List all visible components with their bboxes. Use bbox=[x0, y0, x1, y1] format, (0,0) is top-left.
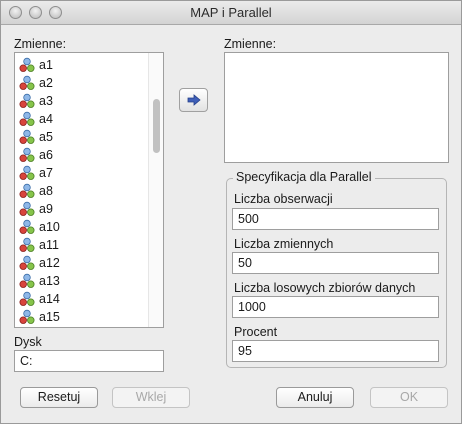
list-item[interactable]: a5 bbox=[19, 128, 147, 146]
reset-button[interactable]: Resetuj bbox=[20, 387, 98, 408]
list-item-label: a5 bbox=[39, 130, 53, 144]
variables-count-field[interactable]: 50 bbox=[232, 252, 439, 274]
list-item[interactable]: a14 bbox=[19, 290, 147, 308]
scale-variable-icon bbox=[19, 93, 35, 108]
list-scrollbar-thumb[interactable] bbox=[153, 99, 160, 153]
list-item-label: a14 bbox=[39, 292, 60, 306]
scale-variable-icon bbox=[19, 273, 35, 288]
list-item[interactable]: a4 bbox=[19, 110, 147, 128]
scale-variable-icon bbox=[19, 57, 35, 72]
percent-label: Procent bbox=[234, 325, 278, 339]
list-item-label: a4 bbox=[39, 112, 53, 126]
target-variables-label: Zmienne: bbox=[224, 37, 277, 51]
arrow-right-icon bbox=[187, 94, 201, 106]
scale-variable-icon bbox=[19, 237, 35, 252]
scale-variable-icon bbox=[19, 183, 35, 198]
scale-variable-icon bbox=[19, 255, 35, 270]
disk-field[interactable]: C: bbox=[14, 350, 164, 372]
list-item-label: a15 bbox=[39, 310, 60, 324]
scale-variable-icon bbox=[19, 219, 35, 234]
observations-label: Liczba obserwacji bbox=[234, 192, 333, 206]
list-item[interactable]: a2 bbox=[19, 74, 147, 92]
observations-field[interactable]: 500 bbox=[232, 208, 439, 230]
target-variables-list[interactable] bbox=[224, 52, 449, 163]
source-variables-list[interactable]: a15 a14 a13 a12 a11 a10 a9 a8 a7 a6 a5 a4 a3 a2 a1 bbox=[14, 52, 164, 328]
scale-variable-icon bbox=[19, 75, 35, 90]
source-variables-label: Zmienne: bbox=[14, 37, 67, 51]
scale-variable-icon bbox=[19, 309, 35, 324]
list-item[interactable]: a11 bbox=[19, 236, 147, 254]
scale-variable-icon bbox=[19, 291, 35, 306]
list-item[interactable]: a6 bbox=[19, 146, 147, 164]
list-item-label: a1 bbox=[39, 58, 53, 72]
random-datasets-field[interactable]: 1000 bbox=[232, 296, 439, 318]
list-item[interactable]: a8 bbox=[19, 182, 147, 200]
list-item[interactable]: a3 bbox=[19, 92, 147, 110]
ok-button[interactable]: OK bbox=[370, 387, 448, 408]
scale-variable-icon bbox=[19, 147, 35, 162]
list-item-label: a7 bbox=[39, 166, 53, 180]
list-item-label: a12 bbox=[39, 256, 60, 270]
list-item-label: a9 bbox=[39, 202, 53, 216]
random-datasets-label: Liczba losowych zbiorów danych bbox=[234, 281, 416, 295]
paste-button[interactable]: Wklej bbox=[112, 387, 190, 408]
list-item[interactable]: a12 bbox=[19, 254, 147, 272]
list-scrollbar[interactable] bbox=[148, 53, 163, 327]
list-item[interactable]: a15 bbox=[19, 308, 147, 326]
dialog-window: MAP i Parallel Zmienne: a15 a14 a13 a12 a11 a… bbox=[0, 0, 462, 424]
cancel-button[interactable]: Anuluj bbox=[276, 387, 354, 408]
list-item-label: a3 bbox=[39, 94, 53, 108]
disk-label: Dysk bbox=[14, 335, 42, 349]
parallel-spec-title: Specyfikacja dla Parallel bbox=[233, 170, 375, 184]
list-item-label: a6 bbox=[39, 148, 53, 162]
list-item-label: a11 bbox=[39, 238, 59, 252]
list-item-label: a13 bbox=[39, 274, 60, 288]
scale-variable-icon bbox=[19, 201, 35, 216]
scale-variable-icon bbox=[19, 111, 35, 126]
list-item[interactable]: a7 bbox=[19, 164, 147, 182]
variables-count-label: Liczba zmiennych bbox=[234, 237, 334, 251]
list-item[interactable]: a1 bbox=[19, 56, 147, 74]
list-item[interactable]: a9 bbox=[19, 200, 147, 218]
percent-field[interactable]: 95 bbox=[232, 340, 439, 362]
list-item-label: a2 bbox=[39, 76, 53, 90]
move-variable-button[interactable] bbox=[179, 88, 208, 112]
list-item[interactable]: a13 bbox=[19, 272, 147, 290]
list-item-label: a10 bbox=[39, 220, 60, 234]
title-bar: MAP i Parallel bbox=[1, 1, 461, 25]
window-title: MAP i Parallel bbox=[190, 5, 272, 20]
scale-variable-icon bbox=[19, 165, 35, 180]
scale-variable-icon bbox=[19, 129, 35, 144]
list-item-label: a8 bbox=[39, 184, 53, 198]
list-item[interactable]: a10 bbox=[19, 218, 147, 236]
